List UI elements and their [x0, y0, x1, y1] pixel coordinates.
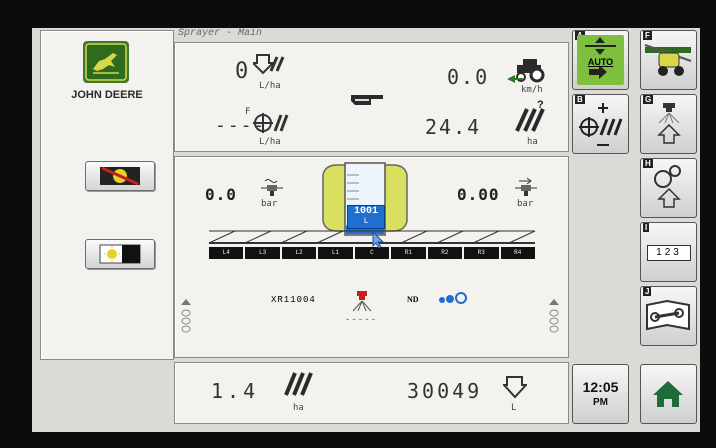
softkey-g-letter: G: [643, 95, 654, 104]
boom-section-r2[interactable]: R2: [427, 247, 463, 259]
rate-speed-panel: 0 L/ha ---- F L/ha 0.0 km/h 24.4 ? ha: [174, 42, 569, 152]
softkey-a-auto[interactable]: A AUTO: [572, 30, 629, 90]
clock-time: 12:05: [582, 379, 619, 395]
boom-section-l4[interactable]: L4: [209, 247, 244, 259]
left-pressure-unit: bar: [261, 199, 278, 209]
softkey-h-settings[interactable]: H: [640, 158, 697, 218]
mouse-cursor-icon: [372, 231, 385, 249]
nozzle-name: XR11004: [271, 295, 316, 305]
total-area-icon: [284, 372, 313, 396]
boom-section-r1[interactable]: R1: [391, 247, 426, 259]
clock-display[interactable]: 12:05 PM: [572, 364, 629, 424]
brightness-off-icon: [100, 166, 140, 186]
counters-label: 123: [647, 245, 691, 261]
softkey-f-sprayer[interactable]: F: [640, 30, 697, 90]
softkey-f-letter: F: [643, 31, 652, 40]
boom-section-r4[interactable]: R4: [500, 247, 535, 259]
softkey-h-letter: H: [643, 159, 653, 168]
softkey-b-letter: B: [575, 95, 585, 104]
auto-label: AUTO: [587, 57, 614, 67]
day-night-icon: [99, 244, 141, 264]
left-pressure-value: 0.0: [205, 185, 237, 204]
right-pressure-icon: [515, 177, 537, 196]
home-button[interactable]: [640, 364, 697, 424]
right-boom-height-icon[interactable]: [547, 297, 561, 337]
actual-rate-value: 0: [235, 59, 251, 84]
night-mode-off-button[interactable]: [85, 161, 155, 191]
left-pressure-icon: [261, 179, 283, 196]
day-night-toggle-button[interactable]: [85, 239, 155, 269]
total-area-unit: ha: [293, 403, 304, 413]
boom-section-l2[interactable]: L2: [281, 247, 317, 259]
area-remaining-value: 24.4: [425, 115, 482, 139]
softkey-j-diagnostics[interactable]: J: [640, 286, 697, 346]
auto-mode-indicator: AUTO: [577, 35, 624, 85]
softkey-b-rate-adjust[interactable]: B: [572, 94, 629, 154]
actual-rate-unit: L/ha: [259, 81, 281, 91]
target-rate-superscript: F: [245, 107, 251, 117]
speed-value: 0.0: [447, 65, 490, 89]
left-boom-height-icon[interactable]: [179, 297, 193, 337]
page-title: Sprayer - Main: [178, 28, 263, 39]
totals-panel: 1.4 ha 30049 L: [174, 362, 569, 424]
area-remaining-badge: ?: [537, 99, 544, 111]
softkey-i-counters[interactable]: I 123: [640, 222, 697, 282]
softkey-j-letter: J: [643, 287, 652, 296]
home-icon: [653, 381, 683, 407]
clock-ampm: PM: [593, 397, 608, 408]
area-remaining-unit: ha: [527, 137, 538, 147]
total-volume-unit: L: [511, 403, 517, 413]
boom-section-l1[interactable]: L1: [318, 247, 353, 259]
speed-unit: km/h: [521, 85, 543, 95]
total-area-value: 1.4: [211, 379, 260, 403]
boom-section-r3[interactable]: R3: [464, 247, 499, 259]
tank-volume-value: 1001: [353, 206, 378, 217]
pointing-hand-icon: [351, 95, 383, 105]
display-screen: JOHN DEERE Sprayer - Main 0 L/ha ---- F …: [32, 28, 700, 432]
total-volume-value: 30049: [407, 379, 483, 403]
nd-label: ND: [407, 295, 419, 304]
rate-flow-icon: [253, 54, 285, 75]
right-pressure-unit: bar: [517, 199, 534, 209]
nozzle-density-icon: [439, 292, 467, 304]
john-deere-logo: [83, 41, 129, 83]
boom-section-l3[interactable]: L3: [245, 247, 280, 259]
boom-panel: 0.0 bar 0.00 bar 1001 L L4 L3 L2 L1 C R1…: [174, 156, 569, 358]
tractor-speed-icon: [507, 59, 545, 83]
target-rate-unit: L/ha: [259, 137, 281, 147]
total-volume-icon: [503, 376, 527, 399]
nozzle-spray-icon: [352, 291, 372, 312]
target-rate-icon: [253, 113, 289, 133]
softkey-g-nozzle-adjust[interactable]: G: [640, 94, 697, 154]
nozzle-dashes: -----: [345, 315, 378, 325]
left-sidebar: JOHN DEERE: [40, 30, 174, 360]
softkey-i-letter: I: [643, 223, 650, 232]
brand-name: JOHN DEERE: [71, 89, 143, 101]
right-pressure-value: 0.00: [457, 185, 500, 204]
